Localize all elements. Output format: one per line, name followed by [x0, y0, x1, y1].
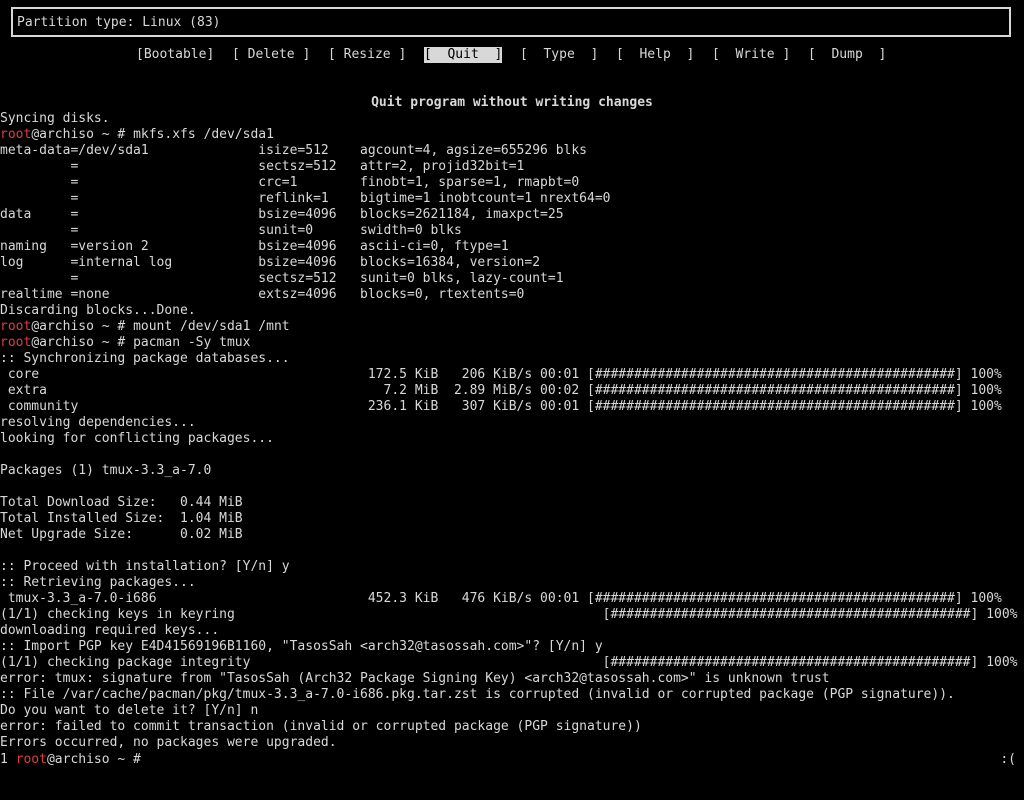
terminal-line: Net Upgrade Size: 0.02 MiB — [0, 527, 243, 542]
terminal-line: Do you want to delete it? [Y/n] n — [0, 703, 259, 718]
terminal-line: error: tmux: signature from "TasosSah (A… — [0, 671, 830, 686]
terminal-output: Syncing disks. root@archiso ~ # mkfs.xfs … — [0, 111, 1024, 751]
prompt-user: root — [0, 335, 32, 350]
partition-info-box: Partition type: Linux (83) — [11, 7, 1011, 37]
menu-write-button[interactable]: [ Write ] — [712, 47, 790, 63]
terminal-line: :: File /var/cache/pacman/pkg/tmux-3.3_a… — [0, 687, 955, 702]
terminal-line: Packages (1) tmux-3.3_a-7.0 — [0, 463, 212, 478]
terminal-line: looking for conflicting packages... — [0, 431, 274, 446]
tmux-status-left: 1 root@archiso ~ # — [0, 752, 149, 768]
terminal-line: community 236.1 KiB 307 KiB/s 00:01 [###… — [0, 399, 1002, 414]
terminal-line: Total Installed Size: 1.04 MiB — [0, 511, 243, 526]
terminal-line: (1/1) checking package integrity [######… — [0, 655, 1018, 670]
terminal-line: :: Import PGP key E4D41569196B1160, "Tas… — [0, 639, 603, 654]
partition-type-label: Partition type: Linux (83) — [17, 15, 221, 30]
terminal-line: data = bsize=4096 blocks=2621184, imaxpc… — [0, 207, 564, 222]
shell-prompt-line: root@archiso ~ # pacman -Sy tmux — [0, 335, 1024, 351]
terminal-line: Errors occurred, no packages were upgrad… — [0, 735, 337, 750]
terminal-line: log =internal log bsize=4096 blocks=1638… — [0, 255, 541, 270]
terminal-line: Syncing disks. — [0, 111, 110, 126]
tmux-window-index: 1 — [0, 752, 16, 767]
shell-command: mkfs.xfs /dev/sda1 — [133, 127, 274, 142]
terminal-line: = crc=1 finobt=1, sparse=1, rmapbt=0 — [0, 175, 580, 190]
terminal-line: realtime =none extsz=4096 blocks=0, rtex… — [0, 287, 525, 302]
terminal-line: tmux-3.3_a-7.0-i686 452.3 KiB 476 KiB/s … — [0, 591, 1002, 606]
shell-command: mount /dev/sda1 /mnt — [133, 319, 290, 334]
terminal-line: = sunit=0 swidth=0 blks — [0, 223, 462, 238]
menu-resize-button[interactable]: [ Resize ] — [328, 47, 406, 63]
terminal-line: Discarding blocks...Done. — [0, 303, 196, 318]
terminal-line: error: failed to commit transaction (inv… — [0, 719, 642, 734]
terminal-line: resolving dependencies... — [0, 415, 196, 430]
prompt-user: root — [0, 319, 32, 334]
terminal-line: meta-data=/dev/sda1 isize=512 agcount=4,… — [0, 143, 587, 158]
terminal-line: = reflink=1 bigtime=1 inobtcount=1 nrext… — [0, 191, 611, 206]
menu-help-button[interactable]: [ Help ] — [616, 47, 694, 63]
terminal-line: naming =version 2 bsize=4096 ascii-ci=0,… — [0, 239, 509, 254]
menu-delete-button[interactable]: [ Delete ] — [232, 47, 310, 63]
prompt-host: @archiso ~ # — [31, 127, 134, 142]
prompt-host: @archiso ~ # — [31, 319, 134, 334]
menu-bootable-button[interactable]: [Bootable] — [136, 47, 214, 63]
terminal-line: (1/1) checking keys in keyring [########… — [0, 607, 1018, 622]
shell-command: pacman -Sy tmux — [133, 335, 251, 350]
shell-prompt-line: root@archiso ~ # mkfs.xfs /dev/sda1 — [0, 127, 1024, 143]
menu-dump-button[interactable]: [ Dump ] — [808, 47, 886, 63]
shell-prompt-line: root@archiso ~ # mount /dev/sda1 /mnt — [0, 319, 1024, 335]
terminal-line: :: Synchronizing package databases... — [0, 351, 290, 366]
terminal-line: = sectsz=512 sunit=0 blks, lazy-count=1 — [0, 271, 564, 286]
prompt-user: root — [15, 752, 47, 767]
prompt-rest: @archiso ~ # — [46, 752, 149, 767]
terminal-line: downloading required keys... — [0, 623, 220, 638]
prompt-user: root — [0, 127, 32, 142]
terminal-line: core 172.5 KiB 206 KiB/s 00:01 [########… — [0, 367, 1002, 382]
prompt-host: @archiso ~ # — [31, 335, 134, 350]
terminal-line: :: Retrieving packages... — [0, 575, 196, 590]
tmux-status-line: 1 root@archiso ~ # :( — [0, 752, 1024, 768]
tmux-status-right: :( — [1000, 752, 1016, 767]
terminal-line: = sectsz=512 attr=2, projid32bit=1 — [0, 159, 525, 174]
menu-type-button[interactable]: [ Type ] — [520, 47, 598, 63]
menu-quit-button[interactable]: [ Quit ] — [424, 47, 503, 63]
terminal-line: Total Download Size: 0.44 MiB — [0, 495, 243, 510]
menu-help-text: Quit program without writing changes — [371, 95, 653, 110]
terminal-line: extra 7.2 MiB 2.89 MiB/s 00:02 [########… — [0, 383, 1002, 398]
terminal-line: :: Proceed with installation? [Y/n] y — [0, 559, 290, 574]
cfdisk-menu-bar: [Bootable] [ Delete ] [ Resize ] [ Quit ] [ … — [0, 47, 1024, 63]
